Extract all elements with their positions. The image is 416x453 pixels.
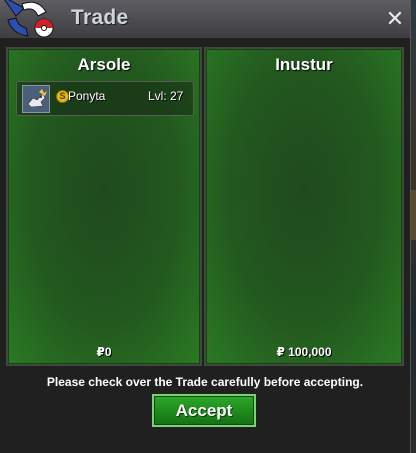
my-offer-panel: Arsole S Ponyta Lvl: 27 ₽0 [6,47,202,366]
close-icon: ✕ [385,6,405,31]
close-button[interactable]: ✕ [384,7,406,31]
trade-content: Arsole S Ponyta Lvl: 27 ₽0 Inustur ₽ 100… [0,39,410,453]
their-offer-panel: Inustur ₽ 100,000 [204,47,404,366]
offer-item[interactable]: S Ponyta Lvl: 27 [16,81,194,116]
accept-button[interactable]: Accept [152,394,256,427]
trade-warning-message: Please check over the Trade carefully be… [46,375,364,389]
their-player-name: Inustur [275,55,333,74]
my-money: ₽0 [96,345,112,359]
trade-window: Trade ✕ Arsole S Ponyta Lvl: 27 ₽0 Inust… [0,0,411,453]
title-bar[interactable]: Trade ✕ [0,0,410,39]
my-player-name: Arsole [77,55,131,74]
item-name: Ponyta [68,89,106,103]
pokemon-sprite-icon [22,85,50,113]
their-money: ₽ 100,000 [276,345,332,359]
window-title: Trade [71,6,129,29]
item-level: Lvl: 27 [148,89,184,103]
